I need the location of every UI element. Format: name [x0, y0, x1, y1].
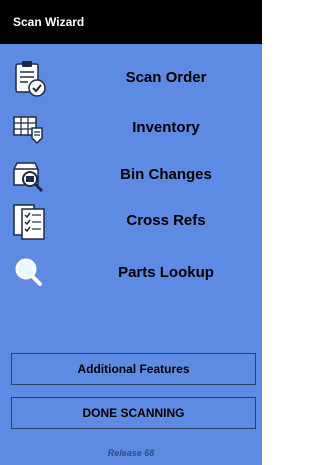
done-scanning-button[interactable]: DONE SCANNING — [11, 397, 256, 429]
magnifier-icon — [12, 253, 48, 293]
menu-item-scan-order[interactable]: Scan Order — [0, 58, 262, 98]
menu-panel: Scan Order Inventory Bin Changes Cross R… — [0, 44, 262, 465]
checklist-icon — [12, 201, 48, 241]
additional-features-button[interactable]: Additional Features — [11, 353, 256, 385]
menu-item-parts-lookup[interactable]: Parts Lookup — [0, 253, 262, 293]
inventory-boxes-icon — [12, 108, 48, 148]
menu-item-cross-refs[interactable]: Cross Refs — [0, 201, 262, 241]
scan-wizard-screen: Scan Wizard Scan Order Inventory Bin Cha… — [0, 0, 268, 465]
clipboard-check-icon — [12, 58, 48, 98]
menu-item-inventory[interactable]: Inventory — [0, 108, 262, 148]
release-label: Release 68 — [107, 448, 155, 458]
menu-item-label: Bin Changes — [120, 166, 212, 183]
menu-item-label: Parts Lookup — [118, 264, 214, 281]
app-title: Scan Wizard — [13, 15, 85, 29]
menu-item-label: Cross Refs — [126, 212, 206, 229]
menu-item-bin-changes[interactable]: Bin Changes — [0, 155, 262, 195]
menu-item-label: Inventory — [132, 119, 200, 136]
menu-item-label: Scan Order — [125, 69, 207, 86]
app-header: Scan Wizard — [0, 0, 262, 44]
bin-search-icon — [12, 155, 48, 195]
